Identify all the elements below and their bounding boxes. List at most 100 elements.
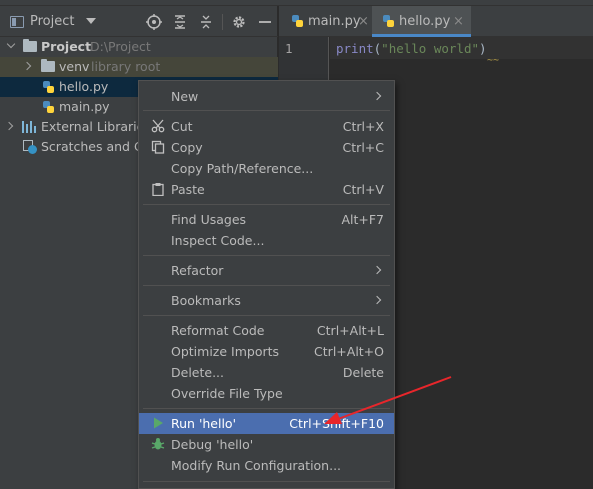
menu-item-label: Paste (171, 182, 205, 197)
menu-item-optimize-imports[interactable]: Optimize Imports Ctrl+Alt+O (139, 341, 394, 362)
chevron-down-icon[interactable] (86, 18, 96, 24)
project-panel-header: Project (0, 6, 278, 37)
menu-item-label: New (171, 89, 199, 104)
python-file-icon (41, 80, 55, 94)
scratches-icon (23, 140, 37, 154)
menu-item-find-usages[interactable]: Find Usages Alt+F7 (139, 209, 394, 230)
library-root-hint: library root (91, 59, 161, 74)
chevron-right-icon (372, 265, 382, 275)
menu-item-delete[interactable]: Delete... Delete (139, 362, 394, 383)
close-icon[interactable]: × (358, 14, 369, 29)
python-file-icon (290, 14, 304, 28)
menu-item-new[interactable]: New (139, 86, 394, 107)
expand-all-icon[interactable] (172, 14, 188, 30)
menu-item-label: Bookmarks (171, 293, 241, 308)
chevron-right-icon[interactable] (22, 61, 32, 71)
tree-item-project-root[interactable]: Project D:\Project (0, 37, 278, 57)
warning-squiggle: ~~ (487, 55, 500, 66)
menu-item-bookmarks[interactable]: Bookmarks (139, 290, 394, 311)
hide-icon[interactable] (257, 14, 273, 30)
context-menu: New Cut Ctrl+X Copy Ctrl+C Copy Path/Ref… (138, 80, 395, 489)
menu-item-label: Cut (171, 119, 193, 134)
project-path: D:\Project (90, 39, 151, 54)
tab-main-py[interactable]: main.py × (279, 6, 371, 37)
tree-item-label: External Libraries (41, 119, 151, 134)
menu-item-inspect-code[interactable]: Inspect Code... (139, 230, 394, 251)
menu-item-debug[interactable]: Debug 'hello' (139, 434, 394, 455)
python-file-icon (381, 14, 395, 28)
menu-item-label: Override File Type (171, 386, 283, 401)
menu-item-shortcut: Delete (342, 365, 384, 380)
folder-icon (23, 39, 37, 52)
menu-item-shortcut: Ctrl+C (342, 140, 384, 155)
code-line[interactable]: print("hello world") (336, 41, 487, 56)
menu-item-label: Optimize Imports (171, 344, 280, 359)
code-function: print (336, 41, 374, 56)
menu-separator (143, 481, 390, 482)
menu-item-label: Copy Path/Reference... (171, 161, 314, 176)
menu-item-run[interactable]: Run 'hello' Ctrl+Shift+F10 (139, 413, 394, 434)
copy-icon (151, 140, 165, 154)
menu-item-shortcut: Ctrl+Alt+O (314, 344, 384, 359)
menu-separator (143, 255, 390, 256)
chevron-right-icon[interactable] (4, 121, 14, 131)
menu-item-label: Modify Run Configuration... (171, 458, 342, 473)
menu-item-label: Copy (171, 140, 203, 155)
menu-separator (143, 408, 390, 409)
menu-item-label: Find Usages (171, 212, 247, 227)
scissors-icon (151, 119, 165, 133)
line-number: 1 (285, 41, 293, 56)
tree-item-label: hello.py (59, 79, 109, 94)
collapse-all-icon[interactable] (198, 14, 214, 30)
project-panel-title[interactable]: Project (30, 14, 74, 29)
tree-item-label: venv (59, 59, 90, 74)
menu-item-shortcut: Ctrl+V (342, 182, 384, 197)
menu-item-paste[interactable]: Paste Ctrl+V (139, 179, 394, 200)
chevron-right-icon (372, 91, 382, 101)
tab-label: main.py (308, 14, 361, 29)
menu-item-copy[interactable]: Copy Ctrl+C (139, 137, 394, 158)
menu-item-shortcut: Alt+F7 (341, 212, 384, 227)
libraries-icon (22, 121, 36, 133)
run-icon (154, 417, 163, 429)
tree-item-label: Project (41, 39, 92, 54)
menu-item-override-file-type[interactable]: Override File Type (139, 383, 394, 404)
menu-item-refactor[interactable]: Refactor (139, 260, 394, 281)
code-paren-close: ) (479, 41, 487, 56)
chevron-right-icon (372, 295, 382, 305)
menu-item-shortcut: Ctrl+Alt+L (316, 323, 384, 338)
menu-item-label: Reformat Code (171, 323, 265, 338)
menu-item-shortcut: Ctrl+X (342, 119, 384, 134)
chevron-down-icon[interactable] (6, 39, 16, 49)
folder-icon (41, 59, 55, 72)
menu-item-modify-run-configuration[interactable]: Modify Run Configuration... (139, 455, 394, 476)
tab-hello-py[interactable]: hello.py × (372, 6, 471, 37)
menu-separator (143, 204, 390, 205)
header-divider (222, 14, 223, 30)
menu-item-cut[interactable]: Cut Ctrl+X (139, 116, 394, 137)
tree-item-venv[interactable]: venv library root (0, 57, 278, 77)
editor-tab-bar: main.py × hello.py × (279, 6, 593, 37)
project-panel-icon (10, 16, 24, 28)
menu-item-label: Debug 'hello' (171, 437, 254, 452)
code-string: "hello world" (381, 41, 480, 56)
tree-item-label: main.py (59, 99, 110, 114)
menu-separator (143, 315, 390, 316)
tab-label: hello.py (399, 14, 451, 29)
debug-icon (151, 438, 165, 450)
menu-item-label: Refactor (171, 263, 224, 278)
menu-separator (143, 110, 390, 111)
menu-item-label: Inspect Code... (171, 233, 265, 248)
gear-icon[interactable] (231, 14, 247, 30)
menu-item-label: Delete... (171, 365, 224, 380)
menu-item-reformat-code[interactable]: Reformat Code Ctrl+Alt+L (139, 320, 394, 341)
locate-icon[interactable] (146, 14, 162, 30)
menu-item-copy-path[interactable]: Copy Path/Reference... (139, 158, 394, 179)
menu-item-label: Run 'hello' (171, 416, 237, 431)
menu-separator (143, 285, 390, 286)
menu-item-shortcut: Ctrl+Shift+F10 (289, 416, 384, 431)
tree-item-label: Scratches and Co (41, 139, 151, 154)
python-file-icon (41, 100, 55, 114)
paste-icon (152, 183, 164, 196)
close-icon[interactable]: × (453, 14, 464, 29)
